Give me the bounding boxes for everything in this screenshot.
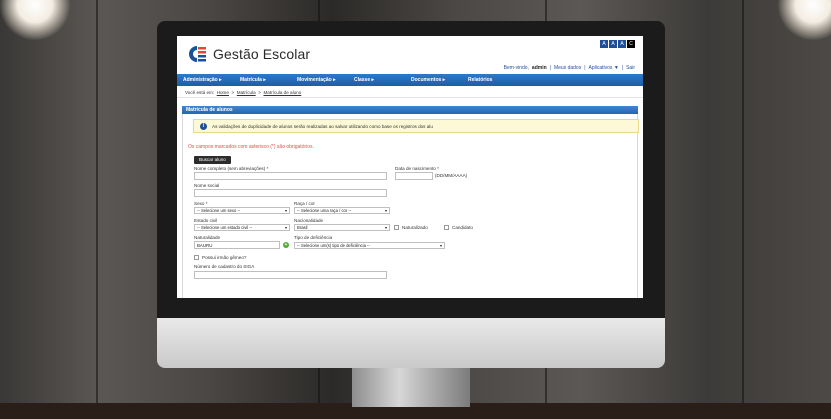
- wood-plank-seam: [742, 0, 744, 419]
- chevron-down-icon: ▾: [439, 243, 442, 248]
- nav-item-relatorios[interactable]: Relatórios: [468, 74, 525, 86]
- nationality-label: Nacionalidade: [294, 218, 324, 223]
- app-header: Gestão Escolar A A A C Bem-vindo, admin …: [177, 36, 643, 74]
- candidate-checkbox[interactable]: [444, 225, 449, 230]
- app-screen: Gestão Escolar A A A C Bem-vindo, admin …: [177, 36, 643, 298]
- nav-item-movimentacao[interactable]: Movimentação ▸: [297, 74, 354, 86]
- my-data-link[interactable]: Meus dados: [554, 65, 581, 71]
- nav-item-matricula[interactable]: Matrícula ▸: [240, 74, 297, 86]
- user-bar: Bem-vindo, admin | Meus dados | Aplicati…: [503, 65, 635, 71]
- required-fields-note: Os campos marcados com asterisco (*) são…: [188, 144, 314, 150]
- disability-label: Tipo de deficiência: [294, 235, 333, 240]
- enrollment-form: i As validações de duplicidade de alunos…: [182, 114, 639, 298]
- user-name: admin: [531, 65, 547, 71]
- siga-number-input[interactable]: [194, 271, 387, 279]
- breadcrumb-current[interactable]: Matrícula de aluno: [263, 90, 301, 95]
- app-title: Gestão Escolar: [213, 46, 311, 62]
- birth-date-label: Data de nascimento *: [395, 166, 439, 171]
- chevron-down-icon: ▾: [284, 208, 287, 213]
- civil-status-select[interactable]: -- Selecione um estado civil -- ▾: [194, 224, 290, 231]
- breadcrumb-home[interactable]: Home: [217, 90, 229, 95]
- lamp-right: [778, 0, 831, 40]
- duplicate-validation-alert: i As validações de duplicidade de alunos…: [193, 119, 639, 133]
- sex-label: Sexo *: [194, 201, 208, 206]
- birth-date-input[interactable]: [395, 172, 433, 180]
- nav-item-documentos[interactable]: Documentos ▸: [411, 74, 468, 86]
- race-select[interactable]: -- Selecione uma raça / cor -- ▾: [294, 207, 390, 214]
- breadcrumb: Você está em: Home > Matrícula > Matrícu…: [177, 86, 643, 98]
- main-nav: Administração ▸ Matrícula ▸ Movimentação…: [177, 74, 643, 86]
- naturalized-checkbox[interactable]: [394, 225, 399, 230]
- siga-number-label: Número de cadastro do SIGA: [194, 264, 255, 269]
- chevron-down-icon: ▾: [384, 225, 387, 230]
- monitor-chin: [157, 318, 665, 368]
- panel-title: Matrícula de alunos: [182, 106, 638, 114]
- monitor-stand: [352, 367, 470, 407]
- twin-checkbox[interactable]: [194, 255, 199, 260]
- nav-item-classe[interactable]: Classe ▸: [354, 74, 411, 86]
- social-name-label: Nome social: [194, 183, 220, 188]
- lamp-left: [0, 0, 70, 40]
- chevron-down-icon: ▾: [384, 208, 387, 213]
- font-size-large-button[interactable]: A: [618, 40, 626, 48]
- logout-link[interactable]: Sair: [626, 65, 635, 71]
- disability-select[interactable]: -- Selecione um(s) tipo de deficiência -…: [294, 242, 445, 249]
- wood-plank-seam: [96, 0, 98, 419]
- sex-select[interactable]: -- Selecione um sexo -- ▾: [194, 207, 290, 214]
- birthplace-input[interactable]: BAURU: [194, 241, 280, 249]
- nationality-select[interactable]: Brasil ▾: [294, 224, 390, 231]
- candidate-label: Candidato: [452, 225, 473, 230]
- contrast-button[interactable]: C: [627, 40, 635, 48]
- font-size-medium-button[interactable]: A: [609, 40, 617, 48]
- accessibility-controls: A A A C: [600, 40, 635, 48]
- add-birthplace-icon[interactable]: +: [283, 242, 289, 248]
- birthplace-label: Naturalidade: [194, 235, 221, 240]
- nav-item-administracao[interactable]: Administração ▸: [183, 74, 240, 86]
- twin-label: Possui irmão gêmeo?: [202, 255, 247, 260]
- civil-status-label: Estado civil: [194, 218, 218, 223]
- race-label: Raça / cor: [294, 201, 315, 206]
- welcome-text: Bem-vindo,: [503, 65, 529, 71]
- full-name-input[interactable]: [194, 172, 387, 180]
- breadcrumb-matricula[interactable]: Matrícula: [237, 90, 256, 95]
- apps-menu-link[interactable]: Aplicativos ▼: [589, 65, 619, 71]
- search-student-button[interactable]: Buscar aluno: [194, 156, 231, 164]
- social-name-input[interactable]: [194, 189, 387, 197]
- naturalized-label: Naturalizado: [402, 225, 428, 230]
- info-icon: i: [200, 123, 207, 130]
- chevron-down-icon: ▾: [284, 225, 287, 230]
- full-name-label: Nome completo (sem abreviações) *: [194, 166, 269, 171]
- logo-icon: [189, 46, 206, 62]
- birth-date-hint: (DD/MM/AAAA): [435, 173, 468, 178]
- font-size-small-button[interactable]: A: [600, 40, 608, 48]
